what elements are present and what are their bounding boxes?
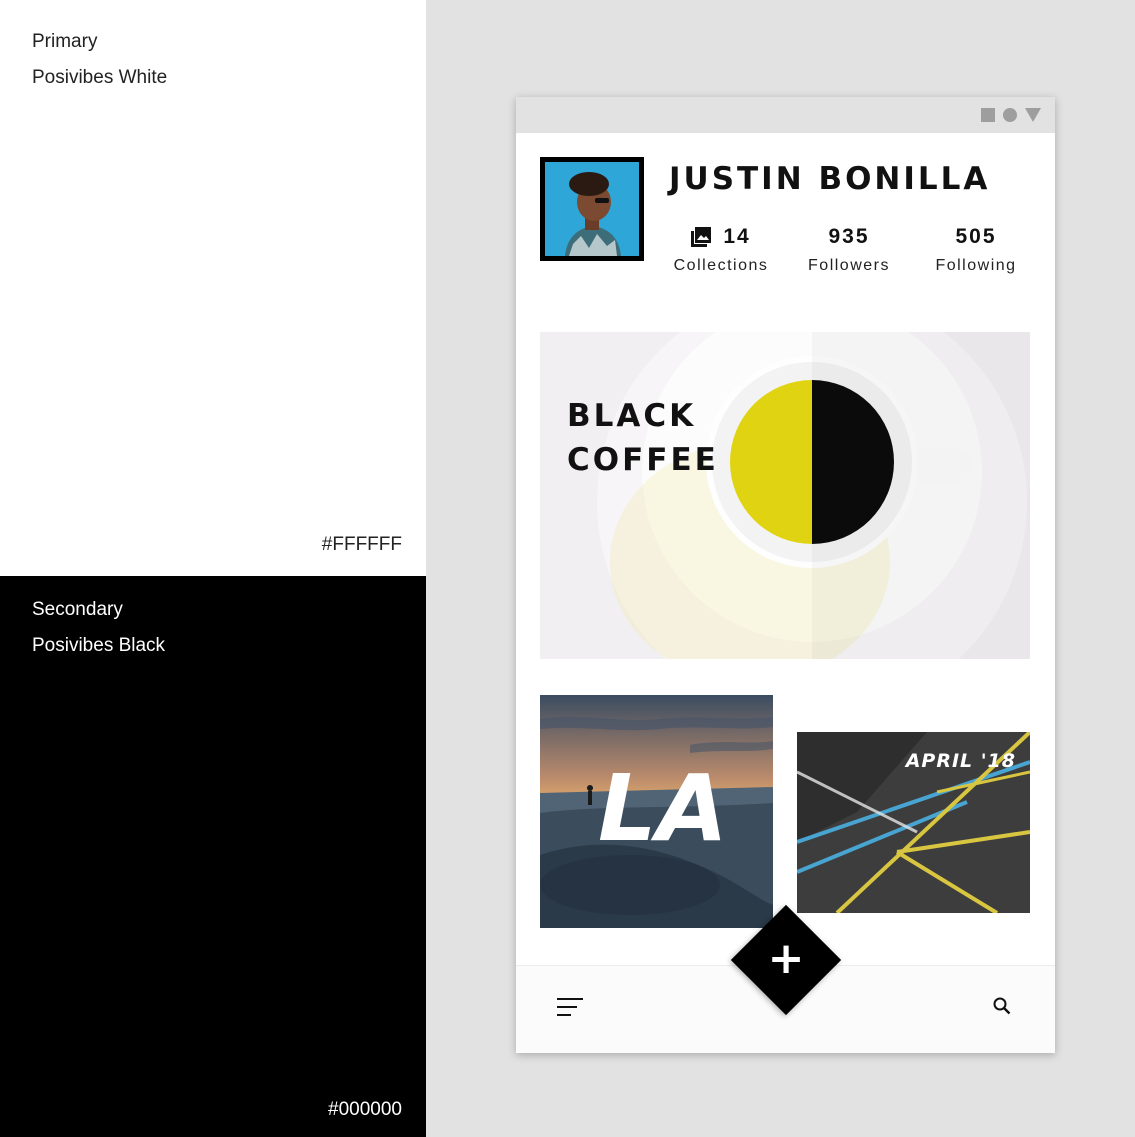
collection-card-black-coffee[interactable]: BLACK COFFEE: [540, 332, 1030, 659]
following-count: 505: [955, 225, 997, 248]
stat-following[interactable]: 505 Following: [916, 225, 1036, 275]
secondary-role: Secondary: [32, 599, 123, 620]
secondary-swatch: Secondary Posivibes Black #000000: [0, 576, 426, 1137]
followers-count: 935: [828, 225, 870, 248]
collection-card-april[interactable]: APRIL '18: [797, 732, 1030, 913]
stat-collections[interactable]: 14 Collections: [661, 225, 781, 275]
coffee-card-title: BLACK COFFEE: [567, 394, 719, 482]
status-bar: [516, 97, 1055, 133]
secondary-name: Posivibes Black: [32, 635, 166, 656]
secondary-hex: #000000: [328, 1099, 402, 1120]
circle-icon: [1003, 108, 1017, 122]
collections-icon: [691, 227, 712, 247]
menu-icon[interactable]: [557, 998, 583, 1016]
la-card-title: LA: [598, 755, 728, 862]
primary-swatch-label: Primary Posivibes White: [32, 24, 167, 96]
stat-followers[interactable]: 935 Followers: [789, 225, 909, 275]
coffee-title-line2: COFFEE: [567, 442, 719, 478]
search-icon[interactable]: [993, 997, 1011, 1015]
followers-label: Followers: [808, 257, 890, 274]
collections-label: Collections: [673, 257, 769, 274]
square-icon: [981, 108, 995, 122]
triangle-icon: [1025, 108, 1041, 122]
avatar[interactable]: [540, 157, 644, 261]
primary-name: Posivibes White: [32, 67, 168, 88]
avatar-photo: [545, 162, 639, 256]
following-label: Following: [935, 257, 1017, 274]
collection-card-la[interactable]: LA: [540, 695, 773, 928]
secondary-swatch-label: Secondary Posivibes Black: [32, 592, 165, 664]
coffee-title-line1: BLACK: [567, 398, 697, 434]
phone-screen: JUSTIN BONILLA 14 Collections 935 Follow…: [516, 97, 1055, 1053]
primary-hex: #FFFFFF: [321, 534, 402, 555]
status-icons: [981, 108, 1041, 122]
collections-count: 14: [723, 225, 751, 248]
profile-name: JUSTIN BONILLA: [669, 161, 991, 197]
primary-swatch: Primary Posivibes White #FFFFFF: [0, 0, 426, 576]
april-card-title: APRIL '18: [905, 750, 1016, 772]
coffee-cup-image: [540, 332, 1030, 659]
primary-role: Primary: [32, 31, 98, 52]
